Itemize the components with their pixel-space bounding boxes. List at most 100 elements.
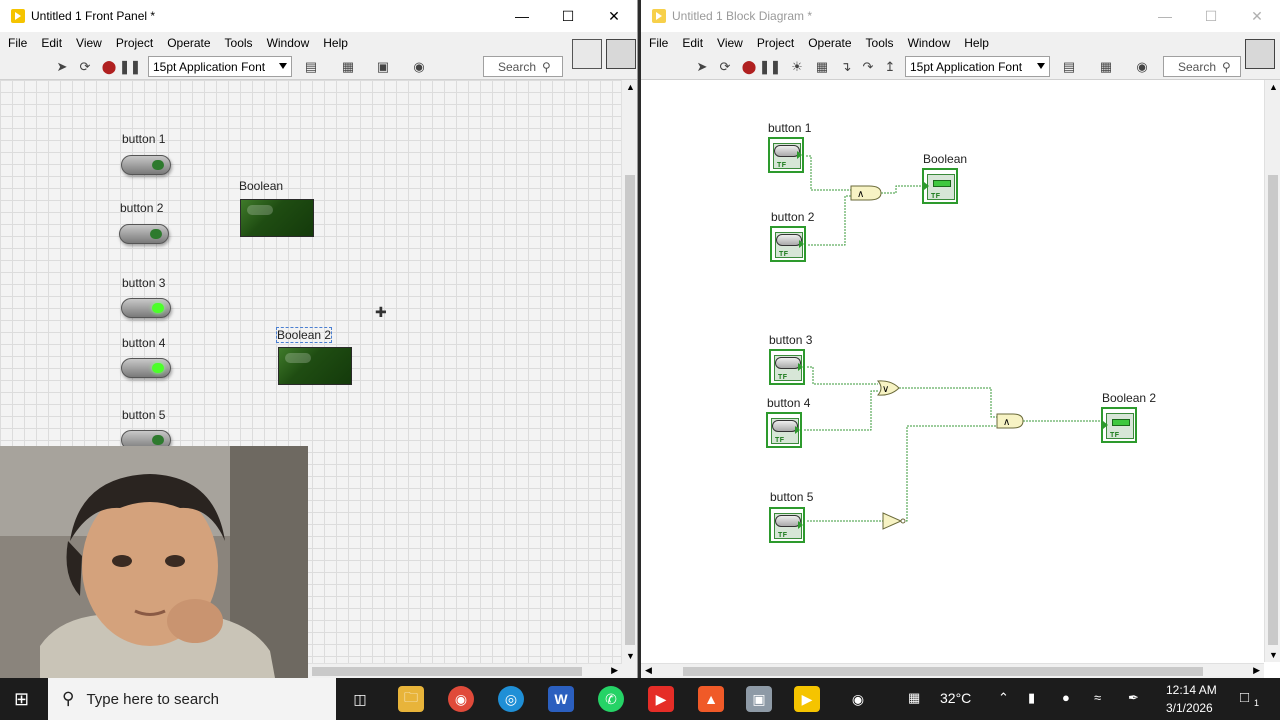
taskbar-search-box[interactable]: ⚲ Type here to search xyxy=(48,678,336,720)
button-4-terminal[interactable]: TF xyxy=(766,412,802,448)
boolean-2-indicator[interactable] xyxy=(278,347,352,385)
boolean-2-indicator-terminal[interactable]: TF xyxy=(1101,407,1137,443)
menu-operate[interactable]: Operate xyxy=(160,36,217,50)
battery-icon[interactable]: ▮ xyxy=(1028,690,1035,706)
clock-date[interactable]: 3/1/2026 xyxy=(1166,701,1213,715)
wifi-icon[interactable]: ≈ xyxy=(1094,690,1101,705)
scroll-up-icon[interactable]: ▲ xyxy=(1269,82,1278,92)
run-continuously-icon[interactable]: ⟳ xyxy=(716,58,734,76)
brave-icon[interactable]: ▲ xyxy=(698,686,724,712)
connector-pane-icon[interactable] xyxy=(572,39,602,69)
windows-start-icon[interactable]: ⊞ xyxy=(14,689,29,710)
minimize-icon[interactable]: — xyxy=(1142,0,1188,32)
run-continuously-icon[interactable]: ⟳ xyxy=(76,58,94,76)
button-5-terminal[interactable]: TF xyxy=(769,507,805,543)
menu-window[interactable]: Window xyxy=(260,36,317,50)
menu-operate[interactable]: Operate xyxy=(801,36,858,50)
run-arrow-icon[interactable]: ➤ xyxy=(693,58,711,76)
boolean-indicator-terminal[interactable]: TF xyxy=(922,168,958,204)
button-3-control[interactable] xyxy=(121,298,171,318)
scroll-left-icon[interactable]: ◀ xyxy=(645,665,652,676)
abort-icon[interactable]: ⬤ xyxy=(740,58,758,76)
font-selector[interactable]: 15pt Application Font xyxy=(905,56,1050,77)
boolean-indicator[interactable] xyxy=(240,199,314,237)
pause-icon[interactable]: ❚❚ xyxy=(119,58,141,76)
menu-file[interactable]: File xyxy=(0,36,34,50)
weather-icon[interactable]: ▦ xyxy=(908,690,920,706)
scroll-right-icon[interactable]: ▶ xyxy=(611,665,618,676)
front-panel-search-box[interactable]: Search ⚲ xyxy=(483,56,563,77)
file-explorer-icon[interactable]: 🗀 xyxy=(398,686,424,712)
menu-edit[interactable]: Edit xyxy=(675,36,710,50)
reorder-icon[interactable]: ◉ xyxy=(410,58,428,76)
block-diagram-titlebar[interactable]: Untitled 1 Block Diagram * — ☐ ✕ xyxy=(641,0,1280,32)
obs-icon[interactable]: ◉ xyxy=(845,686,871,712)
indicator-label-boolean-2[interactable]: Boolean 2 xyxy=(275,327,333,343)
menu-help[interactable]: Help xyxy=(957,36,996,50)
abort-icon[interactable]: ⬤ xyxy=(100,58,118,76)
scroll-thumb[interactable] xyxy=(1268,175,1278,645)
pause-icon[interactable]: ❚❚ xyxy=(759,58,781,76)
scroll-right-icon[interactable]: ▶ xyxy=(1253,665,1260,676)
microphone-icon[interactable]: ● xyxy=(1062,690,1070,705)
labview-taskbar-icon[interactable]: ▶ xyxy=(794,686,820,712)
button-1-terminal[interactable]: TF xyxy=(768,137,804,173)
front-panel-titlebar[interactable]: Untitled 1 Front Panel * — ☐ ✕ xyxy=(0,0,637,32)
block-diagram-horizontal-scrollbar[interactable]: ◀ ▶ xyxy=(641,663,1264,678)
edge-icon[interactable]: ◎ xyxy=(498,686,524,712)
maximize-icon[interactable]: ☐ xyxy=(545,0,591,32)
menu-view[interactable]: View xyxy=(69,36,109,50)
step-out-icon[interactable]: ↥ xyxy=(881,58,899,76)
close-icon[interactable]: ✕ xyxy=(1234,0,1280,32)
pen-icon[interactable]: ✒ xyxy=(1128,690,1139,706)
show-hidden-icons-icon[interactable]: ⌃ xyxy=(998,690,1009,706)
resize-objects-icon[interactable]: ▣ xyxy=(374,58,392,76)
scroll-up-icon[interactable]: ▲ xyxy=(626,82,635,92)
front-panel-horizontal-scrollbar[interactable]: ▶ xyxy=(308,663,622,678)
menu-project[interactable]: Project xyxy=(109,36,160,50)
vi-icon[interactable] xyxy=(606,39,636,69)
menu-file[interactable]: File xyxy=(641,36,675,50)
menu-edit[interactable]: Edit xyxy=(34,36,69,50)
run-arrow-icon[interactable]: ➤ xyxy=(53,58,71,76)
scroll-thumb[interactable] xyxy=(312,667,582,676)
menu-view[interactable]: View xyxy=(710,36,750,50)
whatsapp-icon[interactable]: ✆ xyxy=(598,686,624,712)
notification-icon[interactable]: □ xyxy=(1240,689,1249,706)
block-diagram-search-box[interactable]: Search ⚲ xyxy=(1163,56,1241,77)
button-1-control[interactable] xyxy=(121,155,171,175)
youtube-icon[interactable]: ▶ xyxy=(648,686,674,712)
scroll-down-icon[interactable]: ▼ xyxy=(1269,650,1278,660)
word-icon[interactable]: W xyxy=(548,686,574,712)
retain-wire-values-icon[interactable]: ▦ xyxy=(813,58,831,76)
temperature[interactable]: 32°C xyxy=(940,690,971,706)
menu-tools[interactable]: Tools xyxy=(218,36,260,50)
block-diagram-vertical-scrollbar[interactable]: ▲ ▼ xyxy=(1264,80,1280,662)
scroll-thumb[interactable] xyxy=(683,667,1203,676)
button-2-control[interactable] xyxy=(119,224,169,244)
menu-help[interactable]: Help xyxy=(316,36,355,50)
scroll-down-icon[interactable]: ▼ xyxy=(626,651,635,661)
app-icon[interactable]: ▣ xyxy=(746,686,772,712)
button-4-control[interactable] xyxy=(121,358,171,378)
distribute-objects-icon[interactable]: ▦ xyxy=(339,58,357,76)
close-icon[interactable]: ✕ xyxy=(591,0,637,32)
font-selector[interactable]: 15pt Application Font xyxy=(148,56,292,77)
task-view-icon[interactable]: ◫ xyxy=(347,686,373,712)
minimize-icon[interactable]: — xyxy=(499,0,545,32)
maximize-icon[interactable]: ☐ xyxy=(1188,0,1234,32)
menu-window[interactable]: Window xyxy=(901,36,958,50)
step-into-icon[interactable]: ↴ xyxy=(837,58,855,76)
reorder-icon[interactable]: ◉ xyxy=(1133,58,1151,76)
front-panel-vertical-scrollbar[interactable]: ▲ ▼ xyxy=(621,80,637,663)
button-2-terminal[interactable]: TF xyxy=(770,226,806,262)
menu-tools[interactable]: Tools xyxy=(859,36,901,50)
scroll-thumb[interactable] xyxy=(625,175,635,645)
button-3-terminal[interactable]: TF xyxy=(769,349,805,385)
block-diagram-canvas[interactable]: ∧ ∨ ∧ button 1 TF button 2 TF button 3 T… xyxy=(641,80,1264,662)
distribute-objects-icon[interactable]: ▦ xyxy=(1097,58,1115,76)
highlight-execution-icon[interactable]: ☀ xyxy=(788,58,806,76)
step-over-icon[interactable]: ↷ xyxy=(859,58,877,76)
align-objects-icon[interactable]: ▤ xyxy=(302,58,320,76)
chrome-icon[interactable]: ◉ xyxy=(448,686,474,712)
